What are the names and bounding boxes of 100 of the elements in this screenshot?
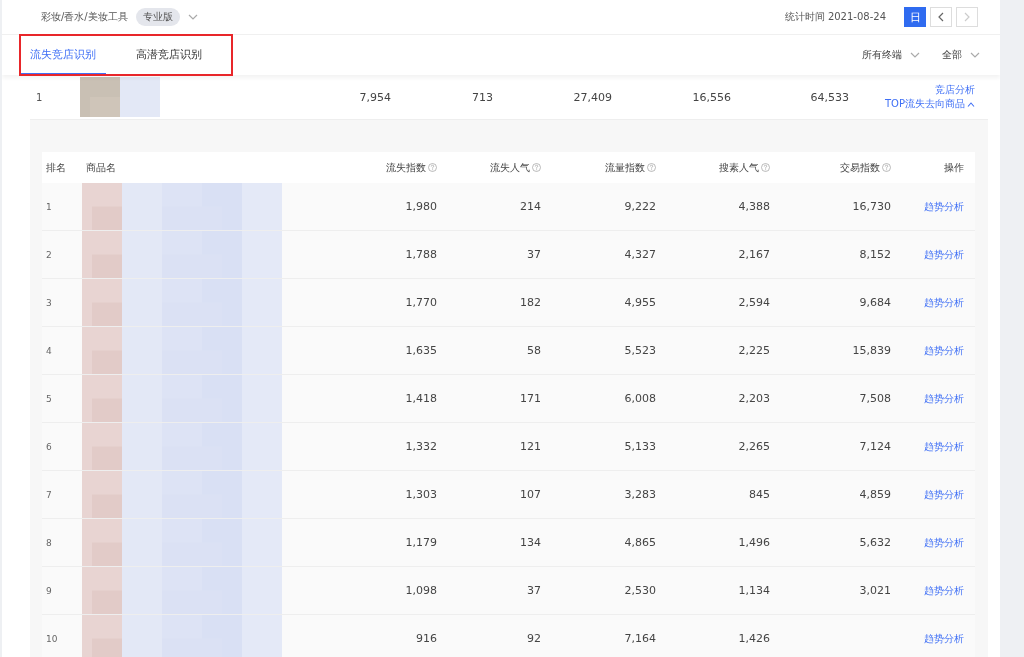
column-header: 搜素人气 [719, 160, 759, 175]
rank-number: 9 [45, 585, 53, 596]
trend-analysis-link[interactable]: 趋势分析 [891, 583, 964, 598]
rank-number: 1 [45, 201, 53, 212]
table-cell-text: 107 [519, 488, 541, 501]
filter-dropdown[interactable]: 所有终端 [862, 48, 920, 62]
tab[interactable]: 高潜竞店识别 [126, 35, 212, 75]
chevron-down-icon [187, 14, 198, 20]
rank-number: 2 [45, 249, 53, 260]
table-cell-text: 5,632 [858, 536, 891, 549]
table-cell-text: 1,179 [404, 536, 437, 549]
rank-number: 10 [45, 633, 59, 644]
table-cell-text: 2,594 [737, 296, 770, 309]
table-cell-text: 4,388 [737, 200, 770, 213]
table-cell-text: 2,530 [623, 584, 656, 597]
table-cell-text: 1,770 [404, 296, 437, 309]
table-cell-text: 1,788 [404, 248, 437, 261]
table-cell-text: 134 [519, 536, 541, 549]
table-cell-text: 16,730 [851, 200, 891, 213]
table-cell-text: 3,283 [623, 488, 656, 501]
link[interactable]: TOP流失去向商品 [885, 97, 975, 111]
column-header: 排名 [46, 160, 66, 175]
period-button[interactable]: 日 [904, 7, 926, 27]
trend-analysis-link[interactable]: 趋势分析 [891, 343, 964, 358]
table-cell-text: 2,225 [737, 344, 770, 357]
trend-analysis-link[interactable]: 趋势分析 [891, 391, 964, 406]
table-cell-text: 4,327 [623, 248, 656, 261]
trend-analysis-link[interactable]: 趋势分析 [891, 199, 964, 214]
table-cell-text: 1,134 [737, 584, 770, 597]
table-cell-text: 916 [415, 632, 437, 645]
rank-number: 8 [45, 537, 53, 548]
table-cell-text: 37 [526, 584, 541, 597]
table-cell-text: 7,954 [358, 90, 391, 104]
category-label: 彩妆/香水/美妆工具 [41, 10, 128, 24]
table-cell-text: 4,859 [858, 488, 891, 501]
table-cell-text: 9,222 [623, 200, 656, 213]
table-cell-text: 121 [519, 440, 541, 453]
trend-analysis-link[interactable]: 趋势分析 [891, 439, 964, 454]
table-cell-text: 64,533 [809, 90, 849, 104]
chevron-up-icon [967, 101, 975, 107]
previous-button[interactable] [930, 7, 952, 27]
column-header: 商品名 [86, 160, 116, 175]
trend-analysis-link[interactable]: 趋势分析 [891, 247, 964, 262]
table-cell-text: 7,164 [623, 632, 656, 645]
trend-analysis-link[interactable]: 趋势分析 [891, 631, 964, 646]
table-cell-text: 37 [526, 248, 541, 261]
table-cell-text: 5,133 [623, 440, 656, 453]
table-cell-text: 7,508 [858, 392, 891, 405]
table-cell-text: 3,021 [858, 584, 891, 597]
table-cell-text: 4,955 [623, 296, 656, 309]
trend-analysis-link[interactable]: 趋势分析 [891, 487, 964, 502]
table-cell-text: 2,167 [737, 248, 770, 261]
trend-analysis-link[interactable]: 趋势分析 [891, 535, 964, 550]
table-cell-text: 1,635 [404, 344, 437, 357]
table-cell-text: 15,839 [851, 344, 891, 357]
rank-number: 5 [45, 393, 53, 404]
stat-time: 统计时间 2021-08-24 [784, 10, 886, 24]
table-cell-text: 5,523 [623, 344, 656, 357]
table-cell-text: 6,008 [623, 392, 656, 405]
table-cell-text: 1,098 [404, 584, 437, 597]
table-cell-text: 2,265 [737, 440, 770, 453]
filter-dropdown[interactable]: 全部 [942, 48, 980, 62]
rank-number: 4 [45, 345, 53, 356]
table-cell-text: 171 [519, 392, 541, 405]
table-cell-text: 214 [519, 200, 541, 213]
table-cell-text: 1,332 [404, 440, 437, 453]
table-cell-text: 182 [519, 296, 541, 309]
table-cell-text: 713 [471, 90, 493, 104]
trend-analysis-link[interactable]: 趋势分析 [891, 295, 964, 310]
column-header: 操作 [944, 160, 964, 175]
table-cell-text: 7,124 [858, 440, 891, 453]
table-cell-text: 4,865 [623, 536, 656, 549]
table-cell-text: 9,684 [858, 296, 891, 309]
tab[interactable]: 流失竞店识别 [20, 35, 106, 75]
rank-number: 7 [45, 489, 53, 500]
table-cell-text: 2,203 [737, 392, 770, 405]
table-cell-text: 1,980 [404, 200, 437, 213]
table-cell-text: 92 [526, 632, 541, 645]
rank-number: 3 [45, 297, 53, 308]
table-cell-text: 58 [526, 344, 541, 357]
column-header: 流失人气 [490, 160, 530, 175]
rank-number: 1 [35, 91, 44, 103]
table-cell-text: 16,556 [691, 90, 731, 104]
column-header: 交易指数 [840, 160, 880, 175]
chevron-down-icon [970, 52, 980, 58]
rank-number: 6 [45, 441, 53, 452]
chevron-down-icon [910, 52, 920, 58]
table-cell-text: 1,303 [404, 488, 437, 501]
link[interactable]: 竞店分析 [935, 83, 975, 97]
column-header: 流失指数 [386, 160, 426, 175]
table-cell-text: 1,426 [737, 632, 770, 645]
edition-badge: 专业版 [135, 8, 180, 26]
table-cell-text: 1,496 [737, 536, 770, 549]
table-cell-text: 8,152 [858, 248, 891, 261]
column-header: 流量指数 [605, 160, 645, 175]
table-cell-text: 1,418 [404, 392, 437, 405]
table-cell-text: 27,409 [572, 90, 612, 104]
table-cell-text: 845 [748, 488, 770, 501]
chevron-right-icon [964, 12, 970, 22]
chevron-left-icon [938, 12, 944, 22]
